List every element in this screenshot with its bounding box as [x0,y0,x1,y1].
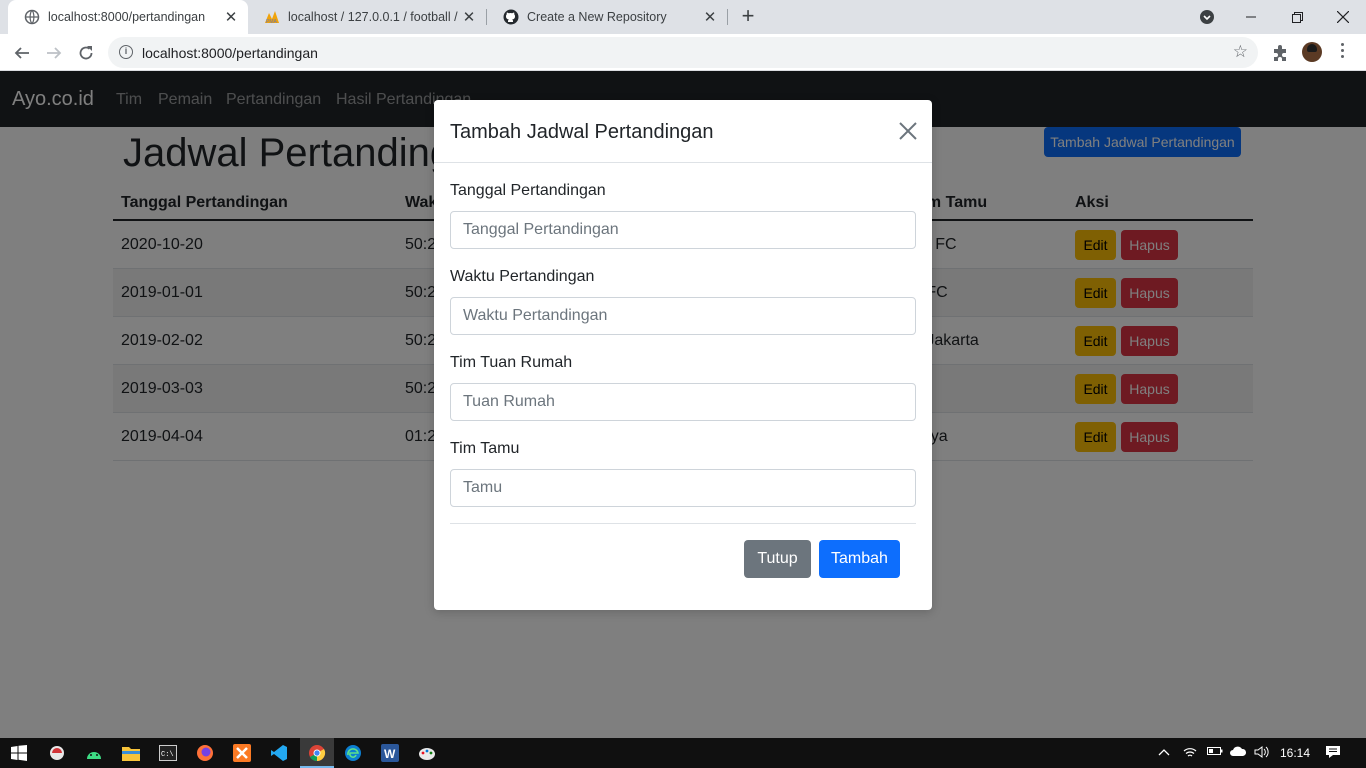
battery-icon[interactable] [1207,745,1223,759]
android-studio-icon[interactable] [83,742,105,764]
volume-icon[interactable] [1254,745,1270,762]
tab-close-icon[interactable]: ✕ [701,8,719,26]
reload-icon[interactable] [73,40,99,66]
browser-toolbar: i localhost:8000/pertandingan ☆ [0,34,1366,71]
tab-separator [727,9,728,25]
edge-icon[interactable] [342,742,364,764]
label-tim-tamu: Tim Tamu [450,440,520,457]
svg-text:W: W [384,747,396,761]
terminal-icon[interactable]: C:\ [157,742,179,764]
modal-header: Tambah Jadwal Pertandingan [434,100,932,163]
svg-text:PMA: PMA [266,19,278,24]
tab-title: localhost / 127.0.0.1 / football / h [288,10,460,24]
browser-menu-icon[interactable] [1338,43,1346,61]
address-bar[interactable]: i localhost:8000/pertandingan ☆ [108,37,1258,68]
address-url: localhost:8000/pertandingan [142,45,318,61]
github-icon [503,9,519,25]
onedrive-icon[interactable] [1229,745,1247,760]
wifi-icon[interactable] [1183,745,1197,762]
tab-pertandingan[interactable]: localhost:8000/pertandingan ✕ [8,0,248,34]
tab-close-icon[interactable]: ✕ [460,8,478,26]
browser-tab-bar: localhost:8000/pertandingan ✕ PMA localh… [0,0,1366,34]
tab-github[interactable]: Create a New Repository ✕ [487,0,727,34]
taskbar-clock[interactable]: 16:14 [1280,746,1310,760]
extensions-icon[interactable] [1271,44,1289,67]
forward-icon[interactable] [41,40,67,66]
tab-close-icon[interactable]: ✕ [222,8,240,26]
word-icon[interactable]: W [379,742,401,764]
restore-icon[interactable] [1274,0,1320,34]
show-hidden-icons-icon[interactable] [1158,745,1170,759]
paint-icon[interactable] [416,742,438,764]
vscode-icon[interactable] [268,742,290,764]
chrome-icon[interactable] [306,742,328,764]
modal-footer-divider [450,523,916,524]
cortana-icon[interactable] [46,742,68,764]
minimize-icon[interactable] [1228,0,1274,34]
tutup-button[interactable]: Tutup [744,540,811,578]
close-window-icon[interactable] [1320,0,1366,34]
add-schedule-modal: Tambah Jadwal Pertandingan Tanggal Perta… [434,100,932,610]
tuan-rumah-input[interactable] [450,383,916,421]
bookmark-star-icon[interactable]: ☆ [1233,42,1248,62]
windows-start-icon[interactable] [8,742,30,764]
file-explorer-icon[interactable] [120,742,142,764]
xampp-icon[interactable] [231,742,253,764]
tab-title: localhost:8000/pertandingan [48,10,206,24]
tab-search-icon[interactable] [1184,0,1230,34]
tab-title: Create a New Repository [527,10,667,24]
tab-phpmyadmin[interactable]: PMA localhost / 127.0.0.1 / football / h… [248,0,486,34]
svg-text:C:\: C:\ [161,751,174,759]
tambah-button[interactable]: Tambah [819,540,900,578]
label-waktu-pertandingan: Waktu Pertandingan [450,268,595,285]
globe-icon [24,9,40,25]
label-tanggal-pertandingan: Tanggal Pertandingan [450,182,606,199]
close-icon[interactable] [898,121,918,141]
modal-title: Tambah Jadwal Pertandingan [450,121,714,143]
phpmyadmin-icon: PMA [264,9,280,25]
waktu-pertandingan-input[interactable] [450,297,916,335]
tamu-input[interactable] [450,469,916,507]
notifications-icon[interactable] [1325,745,1341,762]
tanggal-pertandingan-input[interactable] [450,211,916,249]
firefox-icon[interactable] [194,742,216,764]
label-tim-tuan-rumah: Tim Tuan Rumah [450,354,573,371]
new-tab-icon[interactable]: + [736,5,760,29]
windows-taskbar: C:\ W 16:14 [0,738,1366,768]
back-icon[interactable] [9,40,35,66]
site-info-icon[interactable]: i [119,45,133,59]
profile-avatar[interactable] [1302,42,1322,62]
